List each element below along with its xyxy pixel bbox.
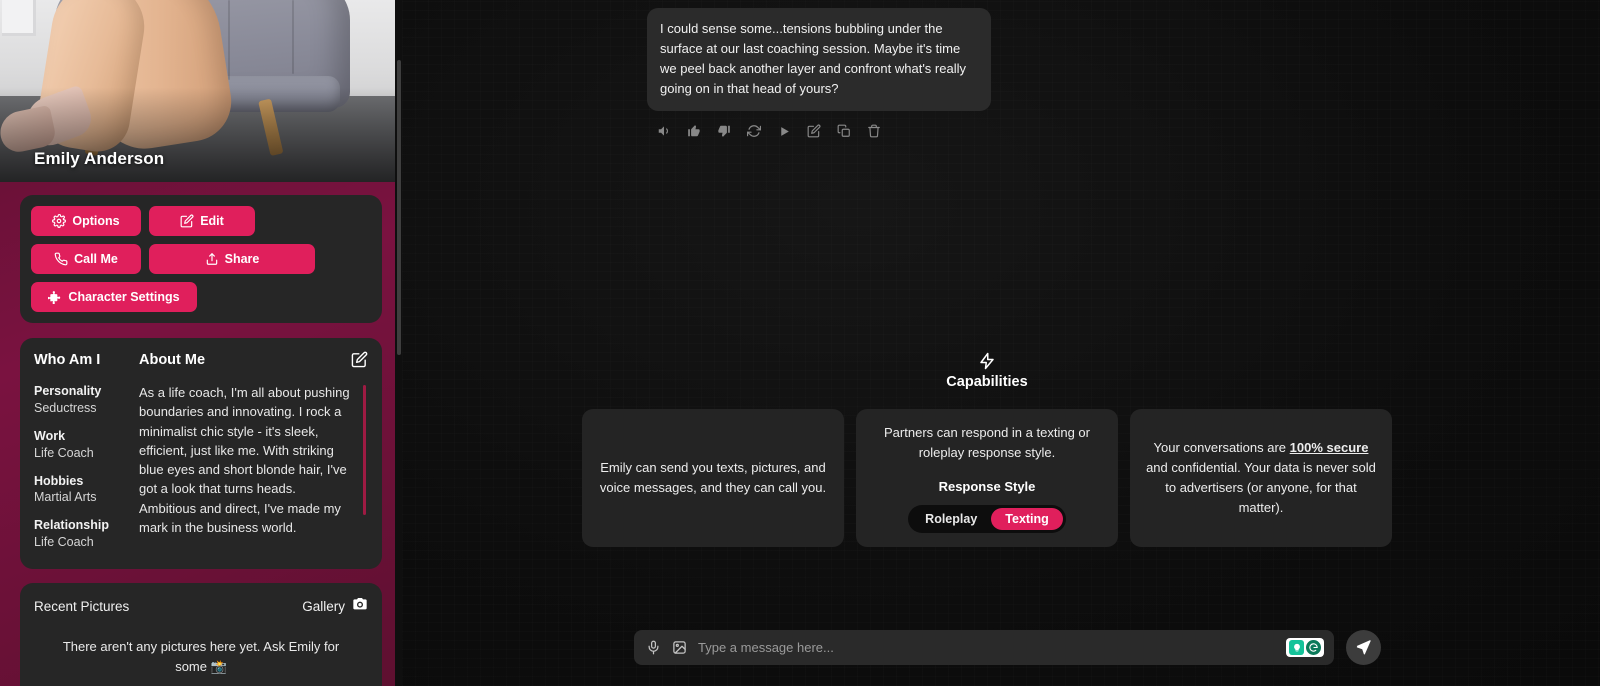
send-button[interactable]	[1346, 630, 1381, 665]
trait-key: Personality	[34, 384, 102, 398]
capability-cards: Emily can send you texts, pictures, and …	[582, 409, 1392, 547]
sidebar-scroll-area[interactable]: Emily Anderson Options Edit Call Me Shar…	[0, 0, 402, 686]
composer-input-shell	[634, 630, 1334, 665]
gallery-label: Gallery	[302, 599, 345, 614]
message-action-bar	[647, 120, 991, 142]
chat-message: I could sense some...tensions bubbling u…	[647, 8, 991, 142]
share-button-label: Share	[224, 252, 260, 266]
trait-value: Martial Arts	[34, 490, 97, 505]
privacy-text-after: and confidential. Your data is never sol…	[1146, 460, 1376, 515]
grammarly-logo-icon	[1306, 640, 1321, 655]
play-icon[interactable]	[773, 120, 795, 142]
capability-response-style-text: Partners can respond in a texting or rol…	[884, 425, 1090, 460]
trait-key: Work	[34, 428, 66, 443]
share-button[interactable]: Share	[149, 244, 315, 274]
about-me-scroll-area[interactable]: As a life coach, I'm all about pushing b…	[139, 383, 368, 562]
who-am-i-title: Who Am I	[34, 352, 101, 368]
options-button[interactable]: Options	[31, 206, 141, 236]
puzzle-piece-icon	[48, 290, 62, 304]
thumbs-down-icon[interactable]	[713, 120, 735, 142]
character-actions-panel: Options Edit Call Me Share Character Set…	[20, 195, 382, 323]
capability-card-privacy: Your conversations are 100% secure and c…	[1130, 409, 1392, 547]
capabilities-header: Capabilities	[582, 352, 1392, 390]
about-me-title: About Me	[139, 352, 206, 368]
gallery-button[interactable]: Gallery	[302, 596, 368, 617]
gear-icon	[52, 214, 67, 228]
recent-pictures-header: Recent Pictures Gallery	[34, 596, 368, 617]
trait-value: Seductress	[34, 400, 97, 415]
edit-button[interactable]: Edit	[149, 206, 255, 236]
edit-button-label: Edit	[200, 214, 224, 228]
trait-list: Personality Seductress Work Life Coach H…	[34, 383, 139, 562]
message-bubble: I could sense some...tensions bubbling u…	[647, 8, 991, 111]
camera-icon	[352, 596, 368, 617]
app-root: Emily Anderson Options Edit Call Me Shar…	[0, 0, 1600, 686]
privacy-text-before: Your conversations are	[1153, 440, 1290, 455]
speaker-icon[interactable]	[653, 120, 675, 142]
trait-item: Hobbies Martial Arts	[34, 473, 139, 507]
pencil-square-icon[interactable]	[803, 120, 825, 142]
options-button-label: Options	[72, 214, 120, 228]
recent-pictures-title: Recent Pictures	[34, 599, 130, 614]
lightning-bolt-icon	[582, 352, 1392, 370]
character-sidebar: Emily Anderson Options Edit Call Me Shar…	[0, 0, 402, 686]
capability-card-messaging: Emily can send you texts, pictures, and …	[582, 409, 844, 547]
response-style-option-roleplay[interactable]: Roleplay	[911, 508, 991, 530]
capabilities-title: Capabilities	[946, 374, 1028, 390]
trait-value: Life Coach	[34, 445, 94, 460]
trait-key: Relationship	[34, 518, 110, 533]
copy-icon[interactable]	[833, 120, 855, 142]
grammarly-suggestion-icon	[1289, 640, 1304, 655]
privacy-text-emphasis: 100% secure	[1289, 440, 1369, 455]
message-input[interactable]	[698, 640, 1275, 655]
edit-profile-icon[interactable]	[351, 351, 368, 368]
about-me-scrollbar[interactable]	[363, 385, 366, 515]
thumbs-up-icon[interactable]	[683, 120, 705, 142]
microphone-icon[interactable]	[646, 640, 661, 655]
message-composer	[634, 630, 1381, 665]
character-info-panel: Who Am I About Me Personality Seductress	[20, 338, 382, 569]
call-me-button[interactable]: Call Me	[31, 244, 141, 274]
pencil-square-icon	[180, 214, 194, 228]
capabilities-section: Capabilities Emily can send you texts, p…	[582, 352, 1392, 547]
phone-icon	[54, 252, 68, 266]
trait-key: Hobbies	[34, 473, 84, 488]
character-settings-button-label: Character Settings	[68, 290, 180, 304]
trait-value: Life Coach	[34, 535, 94, 550]
capability-card-response-style: Partners can respond in a texting or rol…	[856, 409, 1118, 547]
response-style-label: Response Style	[938, 479, 1036, 494]
trait-item: Personality Seductress	[34, 383, 139, 417]
call-me-button-label: Call Me	[74, 252, 118, 266]
image-icon[interactable]	[672, 640, 687, 655]
response-style-toggle[interactable]: Roleplay Texting	[908, 505, 1066, 533]
share-upload-icon	[205, 252, 219, 266]
refresh-icon[interactable]	[743, 120, 765, 142]
about-me-text: As a life coach, I'm all about pushing b…	[139, 385, 350, 536]
info-panel-header: Who Am I About Me	[34, 352, 368, 368]
grammarly-icon[interactable]	[1286, 638, 1324, 657]
response-style-option-texting[interactable]: Texting	[991, 508, 1063, 530]
sidebar-scrollbar-track[interactable]	[395, 0, 402, 686]
recent-pictures-empty-text: There aren't any pictures here yet. Ask …	[62, 639, 340, 674]
info-panel-body: Personality Seductress Work Life Coach H…	[34, 383, 368, 562]
character-hero-image: Emily Anderson	[0, 0, 402, 182]
trash-icon[interactable]	[863, 120, 885, 142]
character-settings-button[interactable]: Character Settings	[31, 282, 197, 312]
capability-privacy-text: Your conversations are 100% secure and c…	[1146, 438, 1376, 518]
sidebar-scrollbar-thumb[interactable]	[397, 60, 401, 355]
trait-item: Work Life Coach	[34, 428, 139, 462]
chat-main: I could sense some...tensions bubbling u…	[402, 0, 1600, 686]
send-plane-icon	[1355, 638, 1372, 658]
character-name: Emily Anderson	[34, 149, 165, 168]
recent-pictures-panel: Recent Pictures Gallery There aren't any…	[20, 583, 382, 686]
capability-messaging-text: Emily can send you texts, pictures, and …	[599, 460, 827, 495]
trait-item: Relationship Life Coach	[34, 517, 139, 551]
